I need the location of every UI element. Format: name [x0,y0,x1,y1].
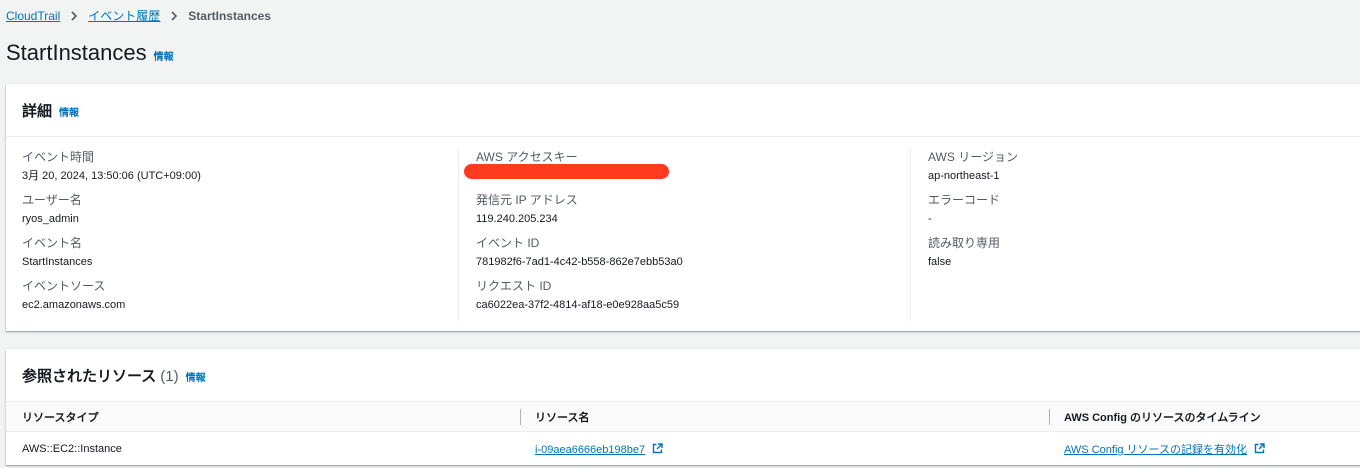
details-title: 詳細 [22,102,53,120]
field-value: 119.240.205.234 [476,213,558,225]
resources-title-row: 参照されたリソース (1) 情報 [22,365,206,386]
column-header-label: リソースタイプ [22,411,99,424]
resources-table: リソースタイプ リソース名 AWS Config のリソースのタイムライン AW… [6,402,1360,466]
external-link-icon[interactable] [652,442,663,454]
field-user-name: ユーザー名 ryos_admin [22,192,458,235]
field-event-name: イベント名 StartInstances [22,235,458,278]
column-header-resource-name[interactable]: リソース名 [520,402,1049,432]
field-label: イベント時間 [22,150,95,164]
details-column-1: イベント時間 3月 20, 2024, 13:50:06 (UTC+09:00)… [6,149,458,321]
chevron-right-icon [66,8,82,24]
field-label: イベント名 [22,236,83,250]
column-header-resource-type[interactable]: リソースタイプ [6,402,520,432]
external-link-icon[interactable] [1254,443,1265,454]
breadcrumb-current: StartInstances [188,8,271,23]
breadcrumb-cloudtrail[interactable]: CloudTrail [6,9,60,23]
resources-info-link[interactable]: 情報 [186,369,206,384]
field-value: 781982f6-7ad1-4c42-b558-862e7ebb53a0 [476,256,683,268]
resource-name-link[interactable]: i-09aea6666eb198be7 [535,444,645,456]
page-info-link[interactable]: 情報 [154,48,174,63]
breadcrumb: CloudTrail イベント履歴 StartInstances [6,7,271,24]
table-header-row: リソースタイプ リソース名 AWS Config のリソースのタイムライン [6,402,1360,432]
details-header: 詳細 情報 [6,84,1360,137]
field-label: イベントソース [22,279,106,293]
details-column-2: AWS アクセスキー 発信元 IP アドレス 119.240.205.234 イ… [458,149,910,321]
details-columns: イベント時間 3月 20, 2024, 13:50:06 (UTC+09:00)… [6,137,1360,321]
field-label: イベント ID [476,236,540,250]
details-info-link[interactable]: 情報 [59,104,79,119]
field-value: ryos_admin [22,213,79,225]
field-value: false [928,256,952,268]
details-panel: 詳細 情報 イベント時間 3月 20, 2024, 13:50:06 (UTC+… [6,84,1360,331]
chevron-right-icon [166,8,182,24]
field-event-id: イベント ID 781982f6-7ad1-4c42-b558-862e7ebb… [476,235,910,278]
field-read-only: 読み取り専用 false [928,235,1360,278]
column-header-label: リソース名 [520,408,1049,425]
resources-count: (1) [160,367,179,385]
field-label: ユーザー名 [22,193,82,207]
cell-resource-type: AWS::EC2::Instance [22,443,122,455]
field-value: StartInstances [22,256,93,268]
details-title-row: 詳細 情報 [22,100,79,121]
field-label: エラーコード [928,193,1001,207]
resources-header: 参照されたリソース (1) 情報 [6,349,1360,402]
field-region: AWS リージョン ap-northeast-1 [928,149,1360,192]
field-label: 読み取り専用 [928,236,1001,250]
breadcrumb-event-history[interactable]: イベント履歴 [88,7,160,24]
field-event-time: イベント時間 3月 20, 2024, 13:50:06 (UTC+09:00) [22,149,458,192]
field-value: ap-northeast-1 [928,170,1000,182]
cell-resource-name: i-09aea6666eb198be7 [520,432,1049,467]
details-column-3: AWS リージョン ap-northeast-1 エラーコード - 読み取り専用… [910,149,1360,321]
field-value: ca6022ea-37f2-4814-af18-e0e928aa5c59 [476,299,680,311]
field-label: リクエスト ID [476,279,552,293]
field-error-code: エラーコード - [928,192,1360,235]
resources-title: 参照されたリソース [22,367,157,385]
column-header-label: AWS Config のリソースのタイムライン [1049,408,1360,425]
enable-config-recording-link[interactable]: AWS Config リソースの記録を有効化 [1064,444,1247,456]
field-value: 3月 20, 2024, 13:50:06 (UTC+09:00) [22,170,201,182]
field-label: AWS リージョン [928,150,1018,164]
redaction-mark [464,164,669,179]
field-source-ip: 発信元 IP アドレス 119.240.205.234 [476,192,910,235]
field-value: ec2.amazonaws.com [22,299,126,311]
field-access-key: AWS アクセスキー [464,149,910,192]
table-row: AWS::EC2::Instance i-09aea6666eb198be7 A… [6,432,1360,467]
column-header-config-timeline[interactable]: AWS Config のリソースのタイムライン [1049,402,1360,432]
field-request-id: リクエスト ID ca6022ea-37f2-4814-af18-e0e928a… [476,278,910,321]
field-value: - [928,213,932,225]
page-title-row: StartInstances 情報 [6,40,174,66]
field-event-source: イベントソース ec2.amazonaws.com [22,278,458,321]
field-label: 発信元 IP アドレス [476,193,578,207]
resources-panel: 参照されたリソース (1) 情報 リソースタイプ リソース名 AWS Confi… [6,349,1360,465]
page-title: StartInstances [6,40,147,65]
cell-config-timeline: AWS Config リソースの記録を有効化 [1049,432,1360,467]
